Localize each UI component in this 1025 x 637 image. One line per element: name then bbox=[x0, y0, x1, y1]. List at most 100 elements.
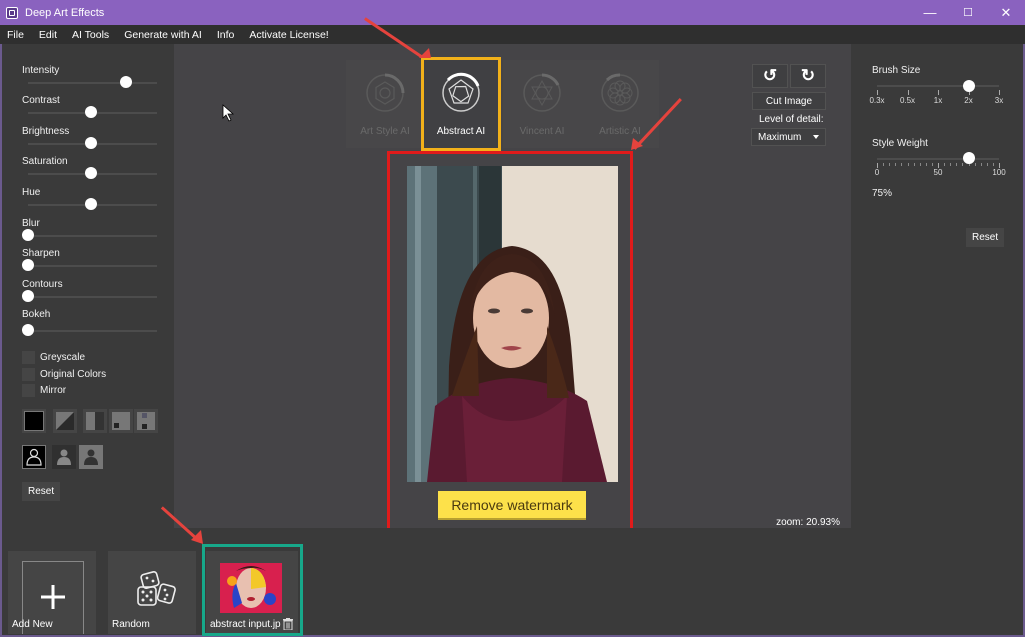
brush-size-knob[interactable] bbox=[962, 80, 975, 92]
brush-tick bbox=[999, 90, 1000, 95]
style-tile-art-style-ai[interactable]: Art Style AI bbox=[346, 60, 424, 148]
slider-contrast[interactable]: Contrast bbox=[22, 95, 157, 121]
slider-track[interactable] bbox=[28, 296, 157, 298]
slider-saturation[interactable]: Saturation bbox=[22, 156, 157, 182]
rotate-right-button[interactable]: ↻ bbox=[790, 64, 826, 88]
full-fill-icon bbox=[24, 411, 44, 431]
slider-bokeh[interactable]: Bokeh bbox=[22, 309, 157, 336]
canvas-area[interactable]: Art Style AI Abstract AI Vincent AI Arti… bbox=[174, 44, 851, 542]
slider-track[interactable] bbox=[28, 330, 157, 332]
style-tile-vincent-ai[interactable]: Vincent AI bbox=[503, 60, 581, 148]
slider-track[interactable] bbox=[28, 82, 157, 84]
style-weight-tick-label: 50 bbox=[933, 168, 943, 177]
slider-knob[interactable] bbox=[22, 229, 34, 241]
menu-ai-tools[interactable]: AI Tools bbox=[72, 29, 109, 41]
slider-knob[interactable] bbox=[22, 290, 34, 302]
menu-edit[interactable]: Edit bbox=[39, 29, 57, 41]
person-outline-icon bbox=[26, 448, 42, 466]
brush-settings-panel: Brush Size 0.3x 0.5x 1x 2x 3x Style Weight 0… bbox=[851, 44, 1025, 544]
style-weight-tick bbox=[986, 163, 988, 166]
style-weight-track[interactable] bbox=[877, 158, 999, 160]
style-label: Abstract AI bbox=[436, 126, 486, 137]
random-style-button[interactable]: Random bbox=[108, 551, 196, 634]
slider-blur[interactable]: Blur bbox=[22, 218, 157, 244]
slider-track[interactable] bbox=[28, 265, 157, 267]
minimize-button[interactable]: — bbox=[911, 0, 949, 25]
slider-knob[interactable] bbox=[22, 324, 34, 336]
corner-small-icon bbox=[112, 412, 130, 430]
original-colors-checkbox-row[interactable]: Original Colors bbox=[22, 368, 106, 381]
add-new-style-button[interactable]: Add New bbox=[8, 551, 96, 634]
style-weight-tick bbox=[913, 163, 915, 166]
app-logo-icon bbox=[6, 6, 18, 19]
dropdown-arrow-icon bbox=[813, 135, 819, 139]
style-weight-knob[interactable] bbox=[962, 152, 975, 164]
close-button[interactable]: ✕ bbox=[987, 0, 1025, 25]
blend-corner-button[interactable] bbox=[109, 409, 133, 433]
greyscale-checkbox-row[interactable]: Greyscale bbox=[22, 351, 85, 364]
slider-intensity[interactable]: Intensity bbox=[22, 65, 157, 91]
person-foreground-button[interactable] bbox=[52, 445, 76, 469]
right-reset-button[interactable]: Reset bbox=[966, 228, 1005, 247]
random-label: Random bbox=[112, 619, 150, 630]
style-weight-tick-label: 0 bbox=[874, 168, 880, 177]
slider-brightness[interactable]: Brightness bbox=[22, 126, 157, 152]
person-background-icon bbox=[84, 449, 98, 465]
blend-full-button[interactable] bbox=[22, 409, 46, 433]
brush-size-track[interactable] bbox=[877, 85, 999, 87]
slider-knob[interactable] bbox=[119, 76, 132, 88]
brush-size-label: Brush Size bbox=[872, 65, 921, 76]
canvas-highlight-box bbox=[387, 151, 633, 542]
brush-tick-label: 0.5x bbox=[899, 96, 916, 105]
arrowhead-icon bbox=[631, 138, 643, 150]
style-weight-tick bbox=[974, 163, 976, 166]
style-weight-tick bbox=[925, 163, 927, 166]
slider-label: Hue bbox=[22, 187, 41, 198]
rotate-left-button[interactable]: ↺ bbox=[752, 64, 788, 88]
title-bar: Deep Art Effects — ☐ ✕ bbox=[0, 0, 1025, 25]
style-weight-tick bbox=[962, 163, 964, 166]
slider-contours[interactable]: Contours bbox=[22, 279, 157, 305]
blend-vertical-button[interactable] bbox=[83, 409, 107, 433]
mirror-label: Mirror bbox=[40, 385, 67, 396]
original-colors-checkbox[interactable] bbox=[22, 368, 35, 381]
menu-info[interactable]: Info bbox=[217, 29, 235, 41]
style-weight-tick bbox=[944, 163, 946, 166]
slider-knob[interactable] bbox=[84, 137, 97, 149]
slider-hue[interactable]: Hue bbox=[22, 187, 157, 213]
level-of-detail-select[interactable]: Maximum bbox=[751, 128, 826, 146]
blend-two-corners-button[interactable] bbox=[134, 409, 158, 433]
slider-knob[interactable] bbox=[84, 167, 97, 179]
brush-tick bbox=[938, 90, 939, 95]
vertical-split-icon bbox=[86, 412, 104, 430]
mirror-checkbox-row[interactable]: Mirror bbox=[22, 384, 66, 397]
maximize-button[interactable]: ☐ bbox=[949, 0, 987, 25]
style-tile-abstract-ai[interactable]: Abstract AI bbox=[421, 57, 501, 151]
greyscale-checkbox[interactable] bbox=[22, 351, 35, 364]
slider-knob[interactable] bbox=[22, 259, 34, 271]
slider-label: Contours bbox=[22, 279, 63, 290]
slider-knob[interactable] bbox=[84, 106, 97, 118]
left-reset-button[interactable]: Reset bbox=[22, 482, 61, 501]
menu-file[interactable]: File bbox=[7, 29, 24, 41]
blend-diagonal-button[interactable] bbox=[53, 409, 77, 433]
slider-track[interactable] bbox=[28, 235, 157, 237]
person-background-button[interactable] bbox=[79, 445, 103, 469]
brush-tick-label: 1x bbox=[933, 96, 943, 105]
style-weight-tick bbox=[931, 163, 933, 166]
slider-knob[interactable] bbox=[84, 198, 97, 210]
menu-generate-with-ai[interactable]: Generate with AI bbox=[124, 29, 202, 41]
zoom-level-readout: zoom: 20.93% bbox=[776, 517, 840, 528]
brush-tick bbox=[877, 90, 878, 95]
style-weight-tick bbox=[992, 163, 994, 166]
brush-tick-label: 0.3x bbox=[869, 96, 885, 105]
person-outline-button[interactable] bbox=[22, 445, 46, 469]
cut-image-button[interactable]: Cut Image bbox=[752, 92, 826, 110]
mirror-checkbox[interactable] bbox=[22, 384, 35, 397]
arrowhead-icon bbox=[419, 48, 431, 58]
style-weight-tick bbox=[901, 163, 903, 166]
menu-activate-license[interactable]: Activate License! bbox=[249, 29, 328, 41]
brush-tick-label: 2x bbox=[964, 96, 973, 105]
original-colors-label: Original Colors bbox=[40, 369, 107, 380]
slider-sharpen[interactable]: Sharpen bbox=[22, 248, 157, 274]
